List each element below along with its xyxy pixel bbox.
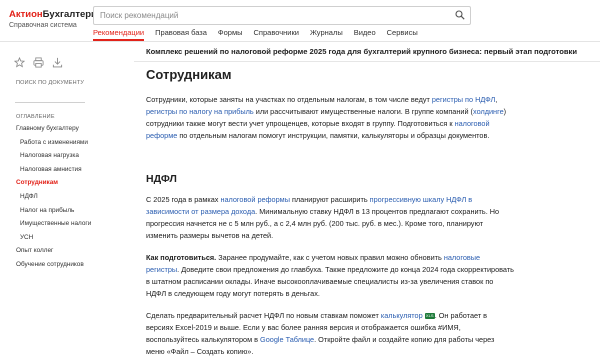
logo-title: АктионБухгалтерия bbox=[9, 9, 102, 20]
xls-badge: XLS bbox=[424, 313, 435, 319]
text-run: или рассчитывают имущественные налоги. В… bbox=[253, 107, 473, 117]
document-search-input[interactable] bbox=[15, 97, 81, 107]
document-banner-title: Комплекс решений по налоговой реформе 20… bbox=[146, 47, 578, 56]
nav-item-forms[interactable]: Формы bbox=[218, 28, 243, 41]
toc-item-profit-tax[interactable]: Налог на прибыль bbox=[0, 207, 90, 221]
ndfl-paragraph: С 2025 года в рамках налоговой реформы п… bbox=[146, 194, 514, 242]
toc-item-tax-burden[interactable]: Налоговая нагрузка bbox=[0, 152, 90, 166]
toc-item-changes[interactable]: Работа с изменениями bbox=[0, 139, 90, 153]
page-title: Сотрудникам bbox=[146, 67, 232, 82]
banner-divider bbox=[134, 61, 600, 62]
search-input[interactable] bbox=[100, 9, 440, 22]
link-tax-reform-2[interactable]: налоговой реформы bbox=[220, 195, 290, 204]
text-run: Сделать предварительный расчет НДФЛ по н… bbox=[146, 311, 381, 320]
calculator-paragraph: Сделать предварительный расчет НДФЛ по н… bbox=[146, 310, 514, 358]
app-logo[interactable]: АктионБухгалтерия Справочная система bbox=[9, 9, 102, 30]
table-of-contents: Главному бухгалтеру Работа с изменениями… bbox=[0, 125, 91, 275]
toc-item-property-taxes[interactable]: Имущественные налоги bbox=[0, 220, 91, 234]
nav-item-video[interactable]: Видео bbox=[354, 28, 376, 41]
nav-item-legal-base[interactable]: Правовая база bbox=[155, 28, 207, 41]
search-box bbox=[93, 6, 471, 25]
text-run: по отдельным налогам помогут инструкции,… bbox=[177, 131, 490, 141]
toc-item-colleagues-experience[interactable]: Опыт коллег bbox=[0, 247, 90, 261]
toc-item-staff-training[interactable]: Обучение сотрудников bbox=[0, 261, 90, 275]
bold-lead: Как подготовиться. bbox=[146, 253, 217, 262]
intro-paragraph: Сотрудники, которые заняты на участках п… bbox=[146, 94, 514, 142]
document-search-field bbox=[15, 90, 85, 107]
nav-item-services[interactable]: Сервисы bbox=[387, 28, 418, 41]
toc-item-chief-accountant[interactable]: Главному бухгалтеру bbox=[0, 125, 90, 139]
toc-item-usn[interactable]: УСН bbox=[0, 234, 90, 248]
link-holding[interactable]: холдинге bbox=[473, 107, 504, 116]
article-content: Комплекс решений по налоговой реформе 20… bbox=[134, 42, 600, 361]
document-sidebar: ПОИСК ПО ДОКУМЕНТУ ОГЛАВЛЕНИЕ Главному б… bbox=[0, 42, 91, 361]
star-icon[interactable] bbox=[14, 57, 25, 68]
text-run: Сотрудники, которые заняты на участках п… bbox=[146, 95, 432, 104]
logo-subtitle: Справочная система bbox=[9, 22, 77, 29]
link-profit-tax-registers[interactable]: регистры по налогу на прибыль bbox=[146, 107, 254, 116]
document-search-heading: ПОИСК ПО ДОКУМЕНТУ bbox=[16, 80, 85, 86]
search-icon[interactable] bbox=[455, 10, 465, 20]
print-icon[interactable] bbox=[33, 57, 44, 68]
toc-item-ndfl[interactable]: НДФЛ bbox=[0, 193, 90, 207]
toc-heading: ОГЛАВЛЕНИЕ bbox=[16, 114, 55, 120]
document-tools bbox=[14, 57, 71, 68]
toc-item-employees[interactable]: Сотрудникам bbox=[0, 179, 90, 193]
nav-item-reference[interactable]: Справочники bbox=[254, 28, 299, 41]
toc-item-tax-amnesty[interactable]: Налоговая амнистия bbox=[0, 166, 90, 180]
link-google-sheet[interactable]: Google Таблице bbox=[260, 335, 314, 344]
nav-item-journals[interactable]: Журналы bbox=[310, 28, 343, 41]
top-header: АктионБухгалтерия Справочная система Рек… bbox=[0, 0, 600, 42]
section-heading-ndfl: НДФЛ bbox=[146, 173, 177, 185]
download-icon[interactable] bbox=[52, 57, 63, 68]
text-run: Заранее продумайте, как с учетом новых п… bbox=[216, 253, 444, 262]
text-run: . Доведите свои предложения до главбуха.… bbox=[146, 265, 514, 299]
text-run: планируют расширить bbox=[289, 195, 370, 204]
logo-brand: Актион bbox=[9, 9, 43, 20]
text-run: , bbox=[495, 95, 498, 104]
main-nav: Рекомендации Правовая база Формы Справоч… bbox=[93, 28, 429, 41]
nav-item-recommendations[interactable]: Рекомендации bbox=[93, 28, 145, 41]
text-run: С 2025 года в рамках bbox=[146, 195, 221, 204]
how-to-prepare-paragraph: Как подготовиться. Заранее продумайте, к… bbox=[146, 252, 514, 300]
link-ndfl-registers[interactable]: регистры по НДФЛ bbox=[432, 95, 495, 104]
link-calculator[interactable]: калькулятор bbox=[381, 311, 423, 320]
